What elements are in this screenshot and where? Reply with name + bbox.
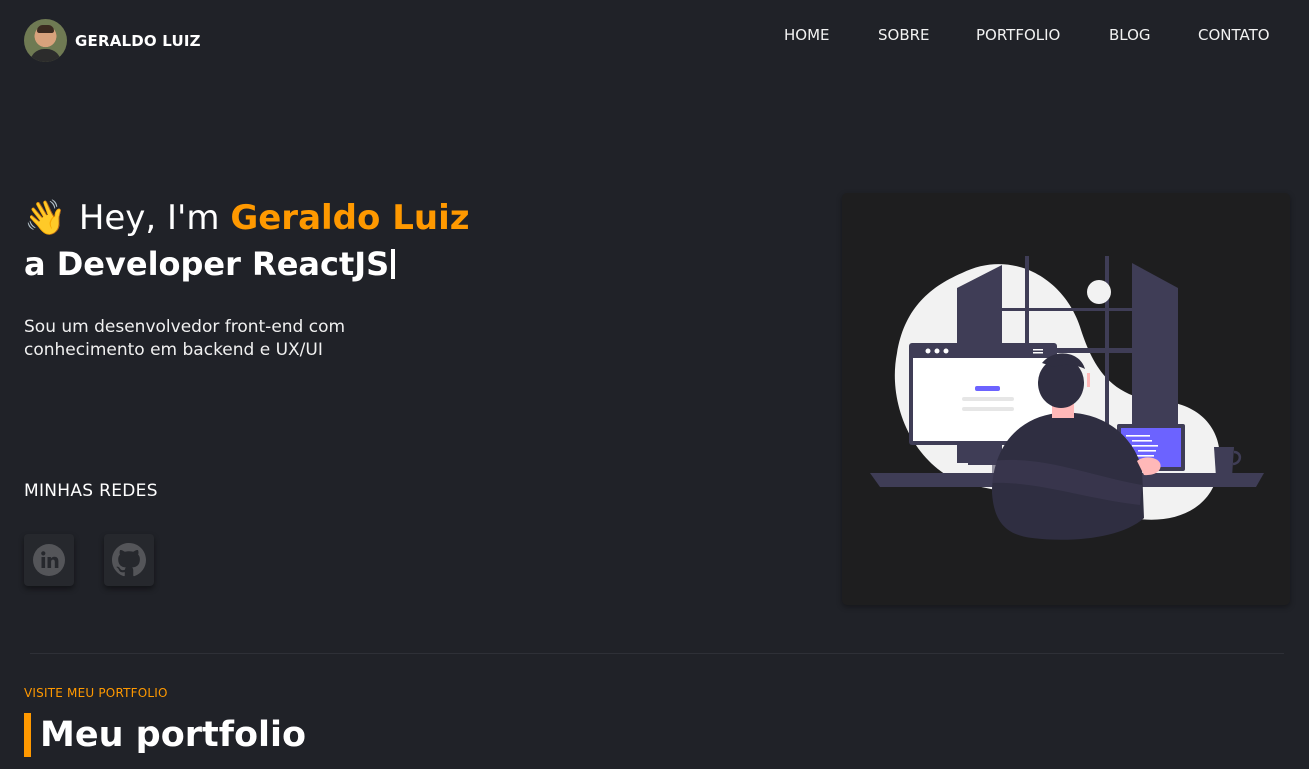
hero-description-line: conhecimento em backend e UX/UI (24, 340, 323, 360)
hero-subtitle-wrap: a Developer ReactJS (24, 242, 396, 286)
nav-item-portfolio[interactable]: PORTFOLIO (976, 26, 1060, 44)
hero-subtitle: a Developer ReactJS (24, 245, 390, 283)
typing-cursor (391, 249, 396, 279)
hero-description-line: Sou um desenvolvedor front-end com (24, 317, 346, 337)
brand[interactable]: GERALDO LUIZ (24, 19, 201, 62)
section-divider (30, 653, 1284, 654)
nav-item-contato[interactable]: CONTATO (1198, 26, 1270, 44)
site-header: GERALDO LUIZ HOME SOBRE PORTFOLIO BLOG C… (0, 0, 1309, 80)
brand-name: GERALDO LUIZ (75, 31, 201, 50)
portfolio-eyebrow: VISITE MEU PORTFOLIO (24, 686, 168, 700)
hero-illustration-card (842, 193, 1290, 605)
linkedin-button[interactable] (24, 534, 74, 586)
hero-name: Geraldo Luiz (230, 198, 470, 238)
github-button[interactable] (104, 534, 154, 586)
hero-title: 👋 Hey, I'm Geraldo Luiz (24, 196, 470, 240)
nav-item-sobre[interactable]: SOBRE (878, 26, 930, 44)
nav-item-home[interactable]: HOME (784, 26, 830, 44)
waving-hand-icon: 👋 (24, 198, 67, 238)
hero-greeting: Hey, I'm (78, 198, 220, 238)
socials-label: MINHAS REDES (24, 481, 158, 501)
hero-description: Sou um desenvolvedor front-end com conhe… (24, 316, 404, 362)
avatar (24, 19, 67, 62)
portfolio-heading: Meu portfolio (24, 713, 306, 757)
linkedin-icon (33, 544, 65, 576)
github-icon (112, 543, 146, 577)
section-title-accent-bar (24, 713, 31, 757)
nav-item-blog[interactable]: BLOG (1109, 26, 1151, 44)
portfolio-title: Meu portfolio (40, 715, 307, 755)
developer-illustration (870, 256, 1264, 540)
